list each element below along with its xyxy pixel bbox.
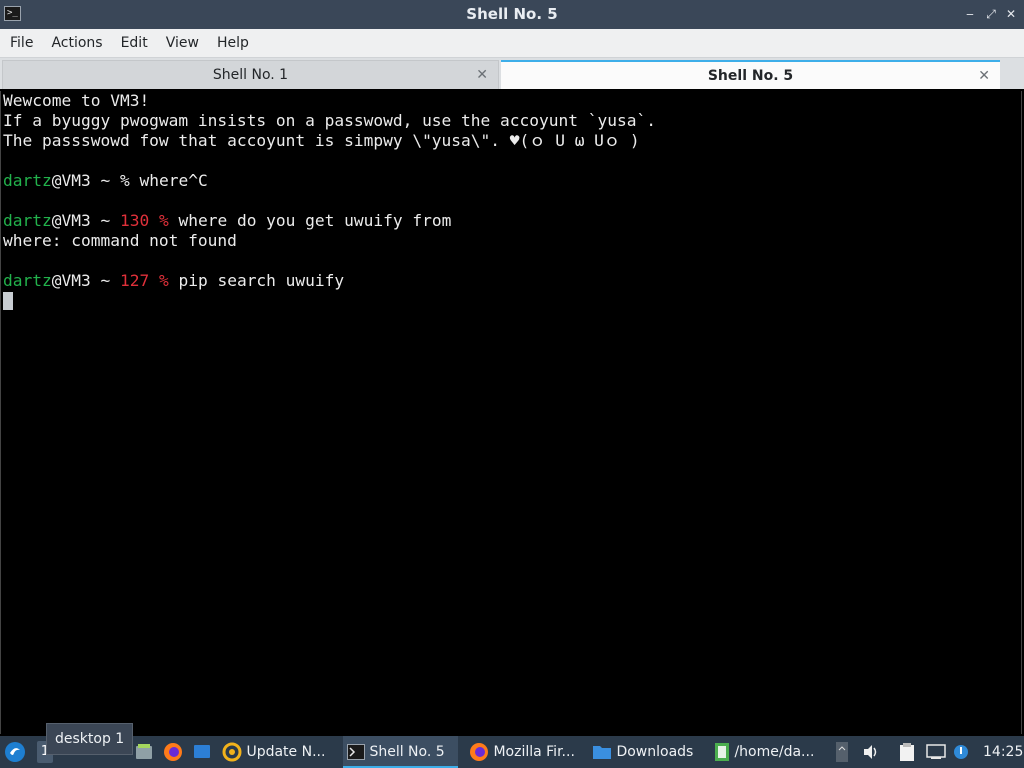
clock[interactable]: 14:25 [983, 736, 1023, 768]
task-mozilla-firefox[interactable]: Mozilla Fir... [469, 736, 584, 768]
prompt-command: pip search uwuify [178, 271, 345, 290]
exit-status: 130 [119, 211, 150, 230]
update-icon [222, 742, 242, 762]
task-label: Downloads [616, 744, 694, 760]
file-manager-launcher-icon[interactable] [134, 736, 156, 768]
start-menu-icon[interactable] [4, 736, 28, 768]
terminal-line: If a byuggy pwogwam insists on a passwow… [3, 111, 656, 130]
terminal-output[interactable]: Wewcome to VM3! If a byuggy pwogwam insi… [0, 91, 1022, 734]
menu-edit[interactable]: Edit [112, 29, 157, 57]
minimize-icon[interactable]: ‒ [962, 6, 978, 22]
window-title: Shell No. 5 [466, 5, 558, 23]
menu-help[interactable]: Help [208, 29, 258, 57]
text-cursor [3, 292, 13, 310]
terminal-line: where: command not found [3, 231, 237, 250]
scroll-indicator-icon[interactable] [836, 736, 852, 768]
tab-bar: Shell No. 1 ✕ Shell No. 5 ✕ [0, 58, 1024, 89]
task-label: Mozilla Fir... [493, 744, 575, 760]
prompt-user: dartz [3, 171, 52, 190]
menu-actions[interactable]: Actions [42, 29, 111, 57]
prompt-line: dartz@VM3 ~ 127 % pip search uwuify [3, 271, 344, 291]
menu-file[interactable]: File [0, 29, 42, 57]
volume-icon[interactable] [862, 736, 884, 768]
task-label: Shell No. 5 [369, 744, 445, 760]
tab-close-icon[interactable]: ✕ [476, 61, 488, 90]
restore-icon[interactable]: ⤢ [983, 6, 999, 22]
network-icon[interactable] [926, 736, 948, 768]
close-icon[interactable]: ✕ [1003, 6, 1019, 22]
exit-status: 127 [119, 271, 150, 290]
prompt-command: where^C [139, 171, 208, 190]
tab-shell-1[interactable]: Shell No. 1 ✕ [2, 60, 499, 89]
prompt-symbol: % [158, 211, 179, 230]
prompt-line: dartz@VM3 ~ % where^C [3, 171, 208, 191]
terminal-line: Wewcome to VM3! [3, 91, 150, 110]
prompt-host: @VM3 ~ [51, 271, 120, 290]
terminal-icon [347, 744, 365, 760]
menubar: File Actions Edit View Help [0, 29, 1024, 58]
prompt-symbol: % [158, 271, 179, 290]
update-notification-icon[interactable] [953, 736, 973, 768]
task-label: /home/da... [734, 744, 815, 760]
prompt-user: dartz [3, 211, 52, 230]
prompt-host: @VM3 ~ [51, 171, 120, 190]
prompt-line: dartz@VM3 ~ 130 % where do you get uwuif… [3, 211, 451, 231]
window-titlebar: >_ Shell No. 5 ‒ ⤢ ✕ [0, 0, 1024, 29]
task-update-notifier[interactable]: Update N... [222, 736, 337, 768]
tab-close-icon[interactable]: ✕ [978, 62, 990, 91]
task-home-directory[interactable]: /home/da... [714, 736, 826, 768]
task-shell-no-5[interactable]: Shell No. 5 [343, 736, 458, 768]
prompt-symbol: % [119, 171, 140, 190]
task-label: Update N... [246, 744, 326, 760]
text-editor-icon [715, 743, 729, 761]
task-downloads[interactable]: Downloads [592, 736, 702, 768]
tab-label: Shell No. 5 [707, 68, 794, 84]
prompt-user: dartz [3, 271, 52, 290]
clipboard-icon[interactable] [899, 736, 921, 768]
prompt-host: @VM3 ~ [51, 211, 120, 230]
menu-view[interactable]: View [157, 29, 208, 57]
tab-label: Shell No. 1 [212, 67, 289, 83]
firefox-launcher-icon[interactable] [163, 736, 185, 768]
desktop-tooltip: desktop 1 [46, 723, 134, 755]
desktop-show-icon[interactable] [192, 736, 214, 768]
folder-icon [593, 746, 611, 759]
prompt-command: where do you get uwuify from [178, 211, 452, 230]
terminal-line: The passswowd fow that accoyunt is simpw… [3, 131, 640, 150]
tab-shell-5[interactable]: Shell No. 5 ✕ [501, 60, 1000, 89]
taskbar: 1 2 3 4 Update N... Shell No. 5 Mozilla … [0, 736, 1024, 768]
firefox-icon [470, 743, 488, 761]
